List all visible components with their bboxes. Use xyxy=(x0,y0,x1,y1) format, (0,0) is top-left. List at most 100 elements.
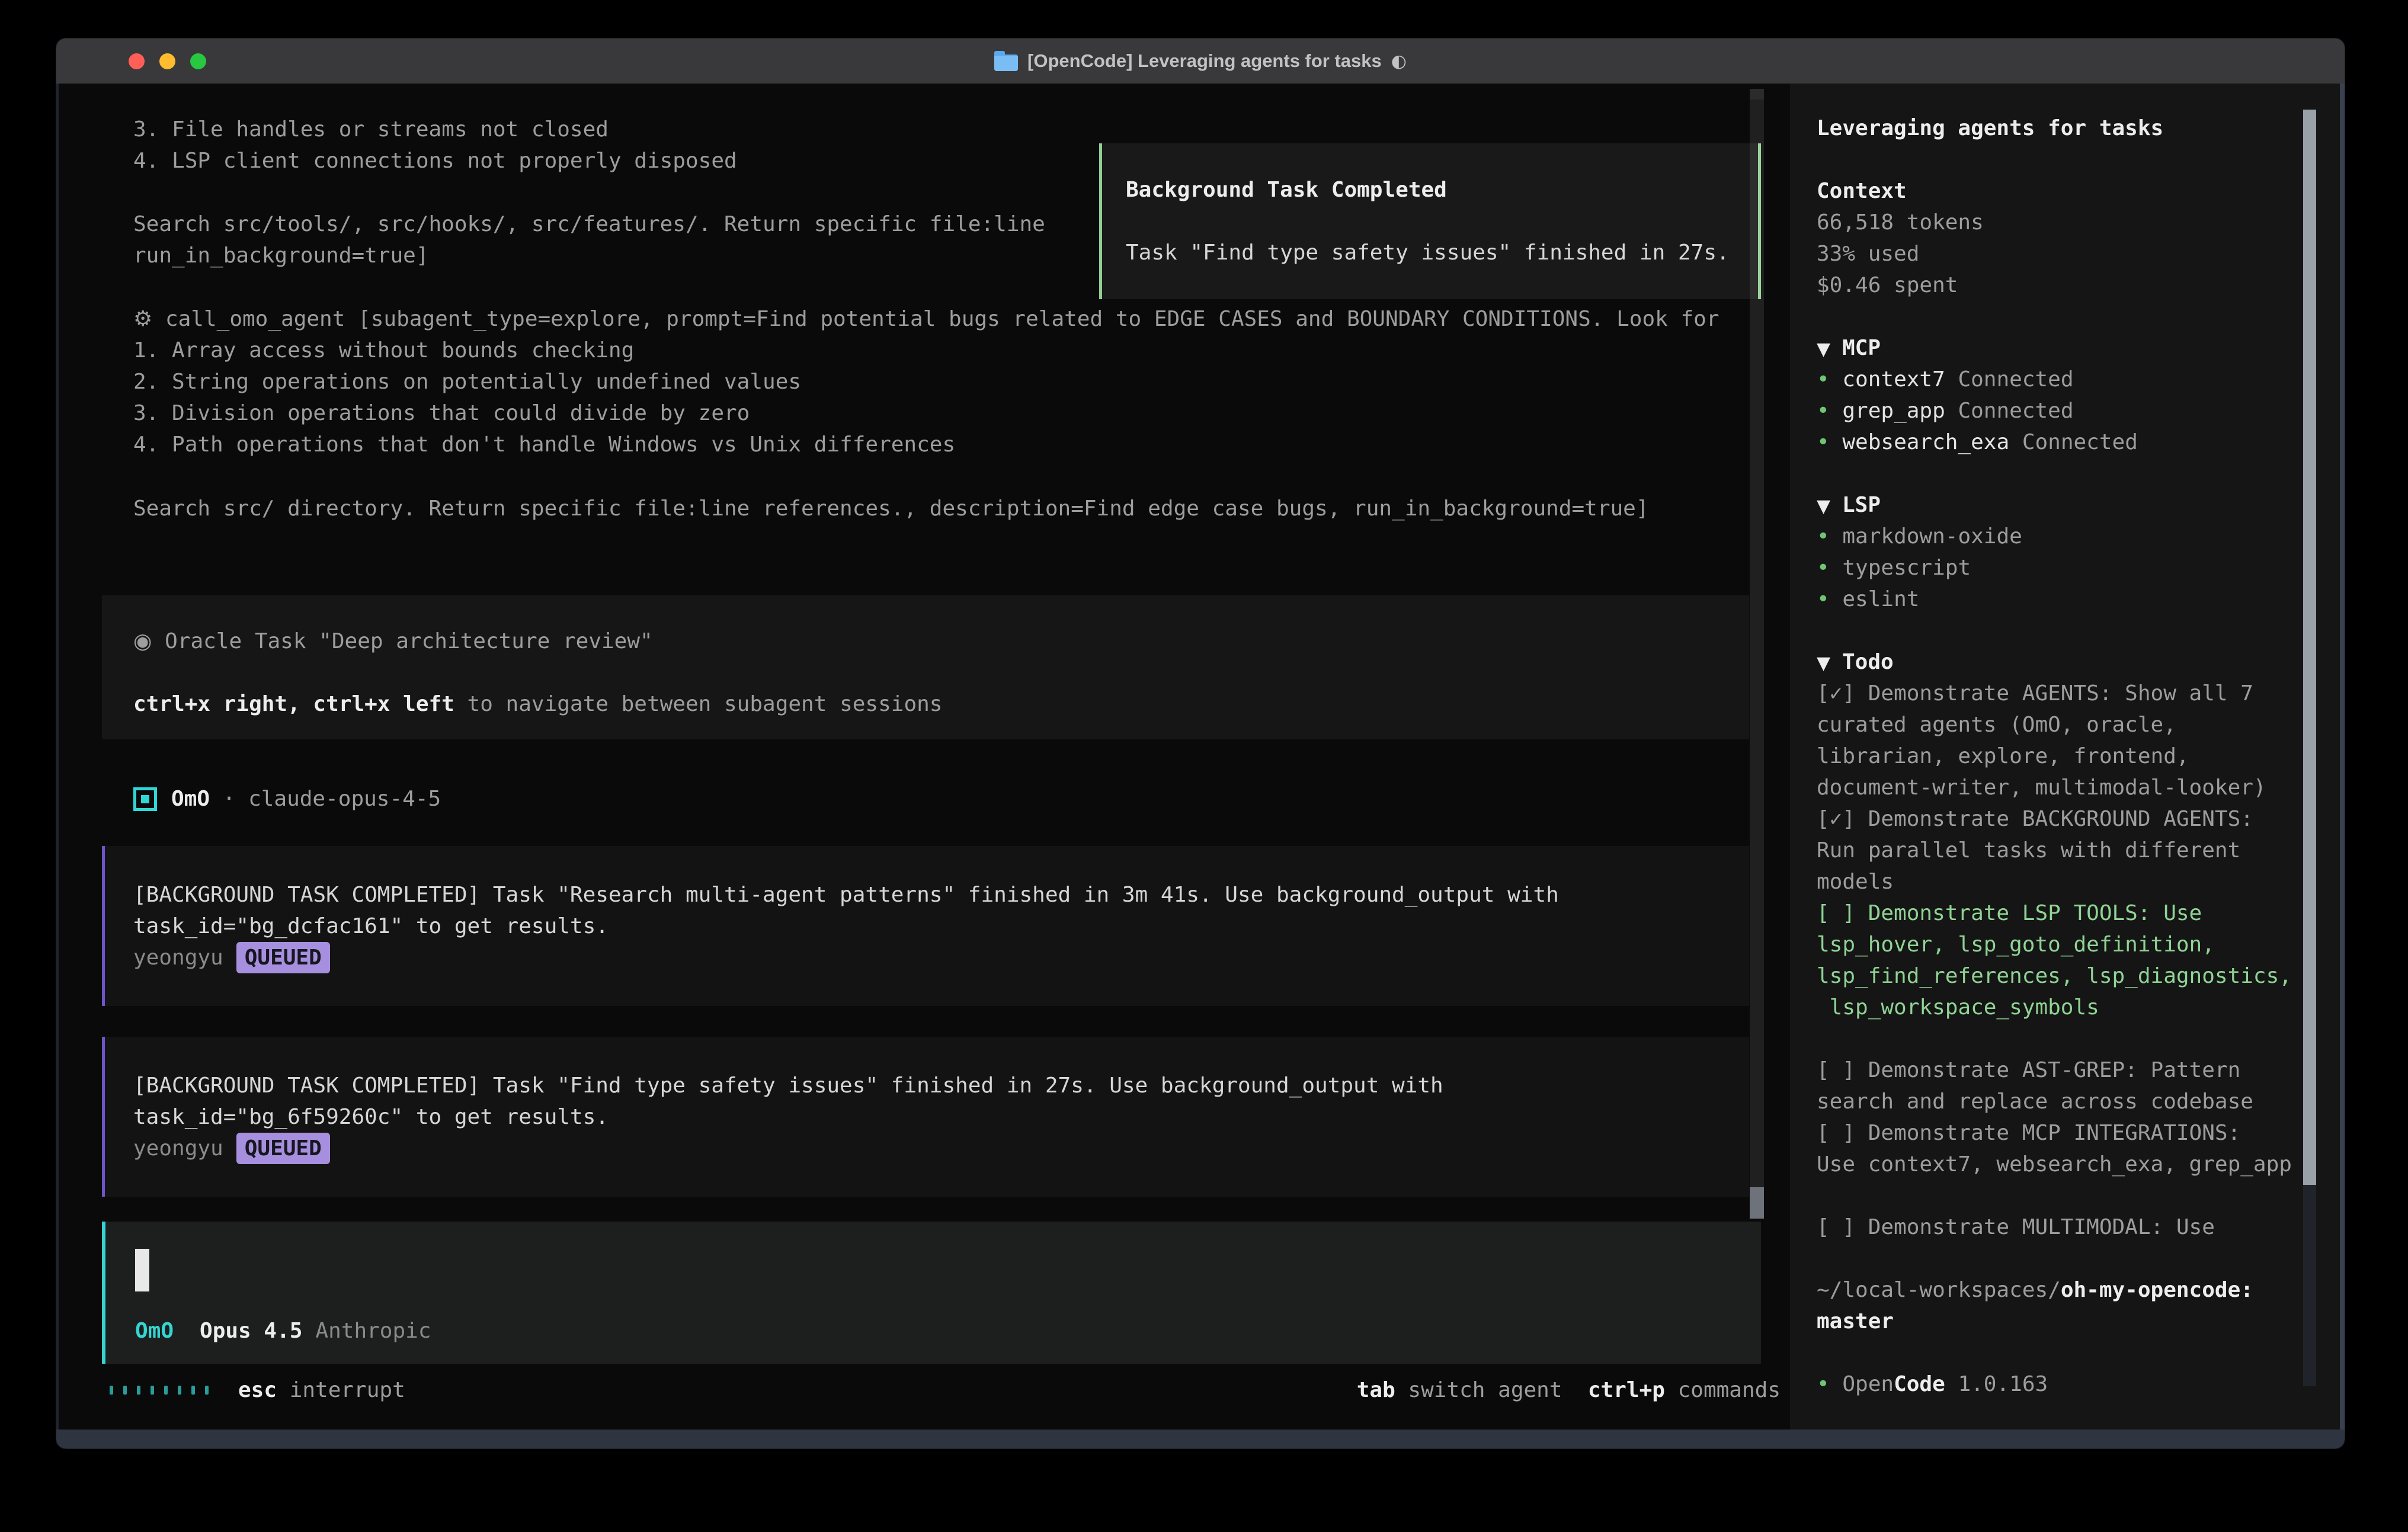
oracle-task-card: ◉ Oracle Task "Deep architecture review"… xyxy=(102,595,1749,739)
opencode-terminal-window: [OpenCode] Leveraging agents for tasks ◐… xyxy=(56,39,2345,1448)
esc-action-label: interrupt xyxy=(277,1374,405,1406)
window-title: [OpenCode] Leveraging agents for tasks xyxy=(1027,50,1382,72)
workspace-path-repo: oh-my-opencode: xyxy=(2061,1278,2253,1302)
folder-icon xyxy=(994,55,1018,71)
status-bar: esc interrupt tab switch agent ctrl+p co… xyxy=(110,1374,1781,1406)
main-scrollbar-track[interactable] xyxy=(1750,100,1764,1216)
task2-body: [BACKGROUND TASK COMPLETED] Task "Find t… xyxy=(133,1070,1749,1133)
task1-queued-badge: QUEUED xyxy=(236,942,330,973)
agent-separator: · xyxy=(210,783,248,815)
window-right-border xyxy=(2340,84,2345,1430)
mcp-item-status: Connected xyxy=(1945,367,2074,392)
minimize-button[interactable] xyxy=(159,53,175,69)
tab-key-hint: tab xyxy=(1357,1374,1395,1406)
zoom-button[interactable] xyxy=(190,53,206,69)
lsp-item-markdown-oxide: • markdown-oxide xyxy=(1817,521,2303,552)
text-cursor xyxy=(135,1249,149,1291)
mcp-section-header[interactable]: ▼MCP xyxy=(1817,332,2303,364)
status-dot-icon: • xyxy=(1817,399,1830,423)
lsp-header-label: LSP xyxy=(1842,493,1881,517)
prompt-input[interactable]: OmO Opus 4.5 Anthropic xyxy=(102,1222,1761,1364)
agent-square-icon xyxy=(133,787,157,811)
status-dot-icon: • xyxy=(1817,587,1830,611)
task2-queued-badge: QUEUED xyxy=(236,1133,330,1164)
window-title-group: [OpenCode] Leveraging agents for tasks ◐ xyxy=(994,50,1407,72)
task1-body: [BACKGROUND TASK COMPLETED] Task "Resear… xyxy=(133,879,1749,942)
todo-item-background-agents: [✓] Demonstrate BACKGROUND AGENTS:Run pa… xyxy=(1817,803,2303,898)
subagent-nav-hint: to navigate between subagent sessions xyxy=(454,692,943,716)
status-right: tab switch agent ctrl+p commands xyxy=(1357,1374,1781,1406)
mcp-item-context7: • context7 Connected xyxy=(1817,364,2303,395)
ctrlp-key-hint: ctrl+p xyxy=(1588,1374,1665,1406)
esc-key-hint: esc xyxy=(238,1374,277,1406)
sidebar-scrollbar-thumb[interactable] xyxy=(2303,110,2316,1185)
opencode-version: • OpenCode 1.0.163 xyxy=(1817,1368,2303,1400)
version-number: 1.0.163 xyxy=(1945,1372,2048,1396)
input-model-name: Opus 4.5 xyxy=(200,1315,302,1347)
lsp-item-name: typescript xyxy=(1842,556,1971,580)
status-dot-icon: • xyxy=(1817,367,1830,392)
scrollback-search-prompt: Search src/tools/, src/hooks/, src/featu… xyxy=(133,209,1045,271)
main-scrollbar-thumb[interactable] xyxy=(1750,1187,1764,1219)
context-tokens: 66,518 tokens xyxy=(1817,207,2303,238)
mcp-item-status: Connected xyxy=(1945,399,2074,423)
window-titlebar: [OpenCode] Leveraging agents for tasks ◐ xyxy=(56,39,2345,84)
desktop: [OpenCode] Leveraging agents for tasks ◐… xyxy=(0,0,2408,1532)
mcp-item-name: websearch_exa xyxy=(1842,430,2009,454)
lsp-item-typescript: • typescript xyxy=(1817,552,2303,584)
lsp-section-header[interactable]: ▼LSP xyxy=(1817,489,2303,521)
context-spent: $0.46 spent xyxy=(1817,270,2303,301)
task1-user: yeongyu xyxy=(133,946,223,970)
input-agent-name: OmO xyxy=(135,1315,174,1347)
workspace-path: ~/local-workspaces/oh-my-opencode: xyxy=(1817,1274,2303,1306)
agent-header: OmO · claude-opus-4-5 xyxy=(133,783,441,815)
status-left: esc interrupt xyxy=(110,1374,405,1406)
mcp-item-status: Connected xyxy=(2009,430,2138,454)
todo-item-multimodal: [ ] Demonstrate MULTIMODAL: Use xyxy=(1817,1212,2303,1243)
todo-section-header[interactable]: ▼Todo xyxy=(1817,646,2303,678)
ctrlp-action-label: commands xyxy=(1665,1374,1781,1406)
toast-title: Background Task Completed xyxy=(1126,174,1758,206)
chevron-down-icon: ▼ xyxy=(1817,491,1842,522)
todo-item-agents: [✓] Demonstrate AGENTS: Show all 7curate… xyxy=(1817,678,2303,803)
spinner-dots-icon xyxy=(110,1386,209,1395)
scrollback-search-src: Search src/ directory. Return specific f… xyxy=(133,493,1649,524)
session-sidebar: Leveraging agents for tasks Context 66,5… xyxy=(1817,113,2303,1400)
fisheye-icon: ◉ xyxy=(133,629,152,653)
todo-item-ast-grep: [ ] Demonstrate AST-GREP: Patternsearch … xyxy=(1817,1055,2303,1117)
mcp-item-grep-app: • grep_app Connected xyxy=(1817,395,2303,427)
mcp-item-name: grep_app xyxy=(1842,399,1945,423)
call-omo-agent-line: call_omo_agent [subagent_type=explore, p… xyxy=(152,307,1719,331)
scrollback-leak-list: 3. File handles or streams not closed4. … xyxy=(133,114,737,177)
close-button[interactable] xyxy=(129,53,145,69)
call-omo-agent-block: ⚙ call_omo_agent [subagent_type=explore,… xyxy=(133,303,1719,460)
workspace-branch: master xyxy=(1817,1306,2303,1337)
mcp-header-label: MCP xyxy=(1842,336,1881,360)
toast-body: Task "Find type safety issues" finished … xyxy=(1126,237,1758,268)
gear-icon: ⚙ xyxy=(133,307,152,331)
session-title: Leveraging agents for tasks xyxy=(1817,113,2303,144)
mcp-item-websearch-exa: • websearch_exa Connected xyxy=(1817,427,2303,458)
session-half-circle-icon: ◐ xyxy=(1391,51,1407,72)
lsp-item-name: markdown-oxide xyxy=(1842,524,2022,549)
background-task-message-1: [BACKGROUND TASK COMPLETED] Task "Resear… xyxy=(102,846,1749,1006)
search-src-line: Search src/ directory. Return specific f… xyxy=(133,493,1649,524)
status-gap xyxy=(1562,1374,1588,1406)
input-provider-name: Anthropic xyxy=(315,1315,431,1347)
lsp-item-name: eslint xyxy=(1842,587,1919,611)
edge-case-list: 1. Array access without bounds checking2… xyxy=(133,335,1719,460)
context-header: Context xyxy=(1817,175,2303,207)
oracle-task-title: Oracle Task "Deep architecture review" xyxy=(152,629,652,653)
todo-item-lsp-tools: [ ] Demonstrate LSP TOOLS: Uselsp_hover,… xyxy=(1817,898,2303,1023)
agent-name: OmO xyxy=(171,783,210,815)
main-scrollbar-cap xyxy=(1750,89,1764,100)
version-name-strong: Code xyxy=(1894,1372,1945,1396)
task2-user: yeongyu xyxy=(133,1136,223,1161)
traffic-lights xyxy=(129,39,206,84)
sidebar-scrollbar-track[interactable] xyxy=(2303,1185,2316,1386)
status-dot-icon: • xyxy=(1817,556,1830,580)
todo-header-label: Todo xyxy=(1842,650,1894,674)
background-task-toast: Background Task Completed Task "Find typ… xyxy=(1099,143,1761,299)
tab-action-label: switch agent xyxy=(1395,1374,1562,1406)
subagent-nav-shortcut: ctrl+x right, ctrl+x left xyxy=(133,692,454,716)
